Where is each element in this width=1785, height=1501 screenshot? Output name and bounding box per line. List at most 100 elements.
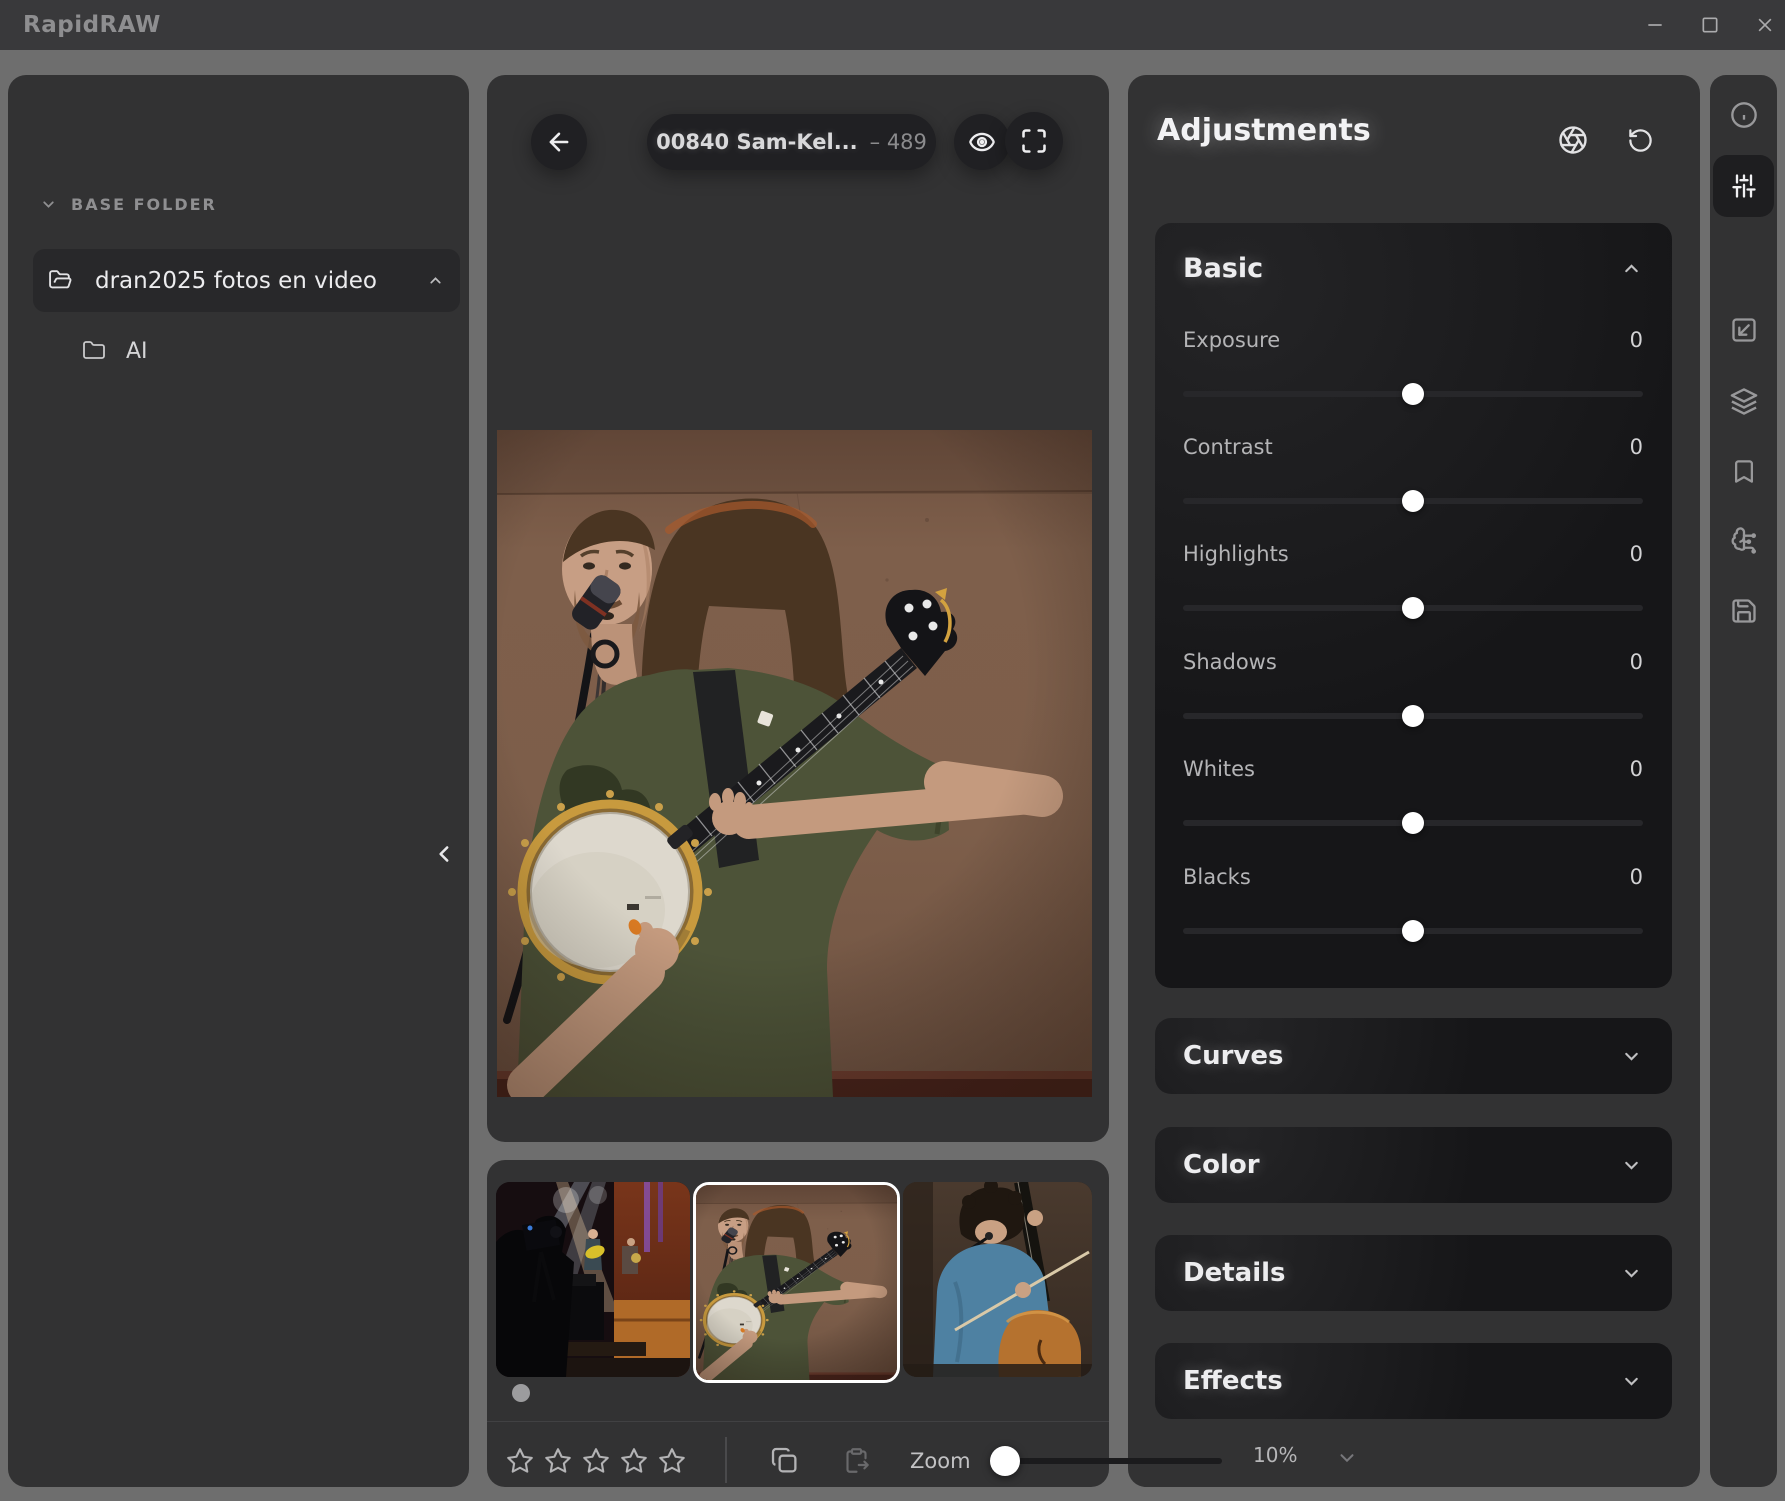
copy-settings-button[interactable] bbox=[770, 1446, 799, 1475]
minimize-button[interactable] bbox=[1635, 8, 1675, 42]
section-effects-header[interactable]: Effects bbox=[1183, 1343, 1642, 1419]
slider-thumb[interactable] bbox=[1402, 812, 1424, 834]
arrow-left-icon bbox=[549, 132, 569, 152]
rotate-ccw-icon bbox=[1629, 129, 1652, 152]
thumbnail-art bbox=[696, 1185, 897, 1380]
slider-label: Exposure bbox=[1183, 328, 1281, 352]
slider-thumb[interactable] bbox=[1402, 383, 1424, 405]
thumbnail-stage-shot[interactable] bbox=[496, 1182, 690, 1377]
section-name: Basic bbox=[1183, 252, 1264, 284]
thumbnail-banjo-player-selected[interactable] bbox=[693, 1182, 900, 1383]
star-rating-2[interactable] bbox=[541, 1444, 575, 1478]
export-tab[interactable] bbox=[1730, 316, 1758, 344]
star-rating-4[interactable] bbox=[617, 1444, 651, 1478]
section-color-header[interactable]: Color bbox=[1183, 1127, 1642, 1203]
sidebar-item-root-folder[interactable]: dran2025 fotos en video bbox=[33, 249, 460, 312]
section-curves-header[interactable]: Curves bbox=[1183, 1018, 1642, 1094]
zoom-percent-dropdown[interactable] bbox=[1336, 1447, 1358, 1469]
filename-label: 00840 Sam-Kel... bbox=[656, 130, 858, 154]
highlights-slider[interactable] bbox=[1183, 597, 1643, 619]
slider-row-contrast: Contrast 0 bbox=[1183, 432, 1643, 532]
exposure-slider[interactable] bbox=[1183, 383, 1643, 405]
preview-original-button[interactable] bbox=[954, 114, 1010, 170]
export-icon bbox=[1731, 318, 1756, 342]
slider-thumb[interactable] bbox=[1402, 597, 1424, 619]
slider-row-blacks: Blacks 0 bbox=[1183, 862, 1643, 962]
section-basic-header[interactable]: Basic bbox=[1183, 223, 1642, 313]
contrast-slider[interactable] bbox=[1183, 490, 1643, 512]
divider bbox=[487, 1421, 1109, 1422]
info-tab[interactable] bbox=[1730, 101, 1758, 129]
tools-rail bbox=[1710, 75, 1777, 1487]
slider-thumb[interactable] bbox=[1402, 490, 1424, 512]
shadows-slider[interactable] bbox=[1183, 705, 1643, 727]
slider-value: 0 bbox=[1629, 650, 1643, 674]
base-folder-header[interactable]: BASE FOLDER bbox=[40, 195, 217, 214]
star-icon bbox=[507, 1448, 533, 1473]
aperture-icon bbox=[1559, 126, 1587, 154]
slider-thumb[interactable] bbox=[1402, 705, 1424, 727]
slider-thumb[interactable] bbox=[1402, 920, 1424, 942]
maximize-button[interactable] bbox=[1690, 8, 1730, 42]
eye-icon bbox=[969, 132, 995, 152]
chevron-down-icon bbox=[1621, 1046, 1642, 1067]
sidebar-collapse-handle[interactable] bbox=[432, 841, 458, 867]
ai-tools-tab[interactable] bbox=[1729, 526, 1758, 555]
slider-row-highlights: Highlights 0 bbox=[1183, 539, 1643, 639]
filename-counter: – 489 bbox=[869, 130, 927, 154]
close-button[interactable] bbox=[1745, 8, 1785, 42]
chevron-up-icon bbox=[427, 272, 444, 289]
section-name: Curves bbox=[1183, 1041, 1284, 1071]
brain-circuit-icon bbox=[1731, 527, 1756, 554]
slider-label: Shadows bbox=[1183, 650, 1277, 674]
bookmark-icon bbox=[1734, 460, 1753, 483]
fullscreen-icon bbox=[1022, 129, 1046, 153]
zoom-label: Zoom bbox=[910, 1449, 971, 1473]
thumbnail-cello-player[interactable] bbox=[903, 1182, 1092, 1377]
layers-tab[interactable] bbox=[1729, 387, 1758, 416]
section-name: Color bbox=[1183, 1150, 1260, 1180]
zoom-percent-value[interactable]: 10% bbox=[1253, 1443, 1297, 1467]
paste-settings-button[interactable] bbox=[843, 1447, 870, 1474]
filmstrip-scroll-indicator[interactable] bbox=[512, 1384, 530, 1402]
adjustments-title: Adjustments bbox=[1157, 113, 1371, 148]
zoom-slider-track[interactable] bbox=[1003, 1458, 1222, 1464]
section-name: Details bbox=[1183, 1258, 1286, 1288]
info-icon bbox=[1730, 102, 1757, 128]
back-button[interactable] bbox=[531, 114, 587, 170]
blacks-slider[interactable] bbox=[1183, 920, 1643, 942]
filename-pill: 00840 Sam-Kel... – 489 bbox=[647, 114, 936, 170]
slider-label: Blacks bbox=[1183, 865, 1251, 889]
thumbnail-art bbox=[496, 1182, 690, 1377]
star-rating-5[interactable] bbox=[655, 1444, 689, 1478]
adjustments-tab[interactable] bbox=[1730, 172, 1758, 200]
whites-slider[interactable] bbox=[1183, 812, 1643, 834]
maximize-icon bbox=[1702, 17, 1718, 33]
section-details-header[interactable]: Details bbox=[1183, 1235, 1642, 1311]
copy-icon bbox=[771, 1447, 797, 1473]
bookmark-tab[interactable] bbox=[1730, 458, 1757, 485]
folder-open-icon bbox=[48, 268, 73, 293]
filmstrip-panel: Zoom bbox=[487, 1160, 1109, 1487]
chevron-down-icon bbox=[43, 201, 54, 208]
star-icon bbox=[659, 1448, 685, 1473]
chevron-left-icon bbox=[439, 846, 449, 862]
slider-value: 0 bbox=[1629, 757, 1643, 781]
save-tab[interactable] bbox=[1730, 597, 1758, 625]
main-photo[interactable] bbox=[497, 430, 1092, 1097]
slider-label: Contrast bbox=[1183, 435, 1273, 459]
fullscreen-button[interactable] bbox=[1005, 112, 1063, 170]
reset-adjustments-button[interactable] bbox=[1627, 127, 1654, 154]
save-icon bbox=[1731, 599, 1756, 623]
slider-value: 0 bbox=[1629, 435, 1643, 459]
star-rating-1[interactable] bbox=[503, 1444, 537, 1478]
star-rating-3[interactable] bbox=[579, 1444, 613, 1478]
aperture-button[interactable] bbox=[1558, 125, 1588, 155]
minimize-icon bbox=[1648, 24, 1662, 26]
sidebar-item-ai-folder[interactable]: AI bbox=[68, 323, 428, 379]
zoom-slider-thumb[interactable] bbox=[990, 1446, 1020, 1476]
slider-value: 0 bbox=[1629, 542, 1643, 566]
thumbnail-art bbox=[903, 1182, 1092, 1377]
slider-value: 0 bbox=[1629, 328, 1643, 352]
section-color: Color bbox=[1155, 1127, 1672, 1203]
